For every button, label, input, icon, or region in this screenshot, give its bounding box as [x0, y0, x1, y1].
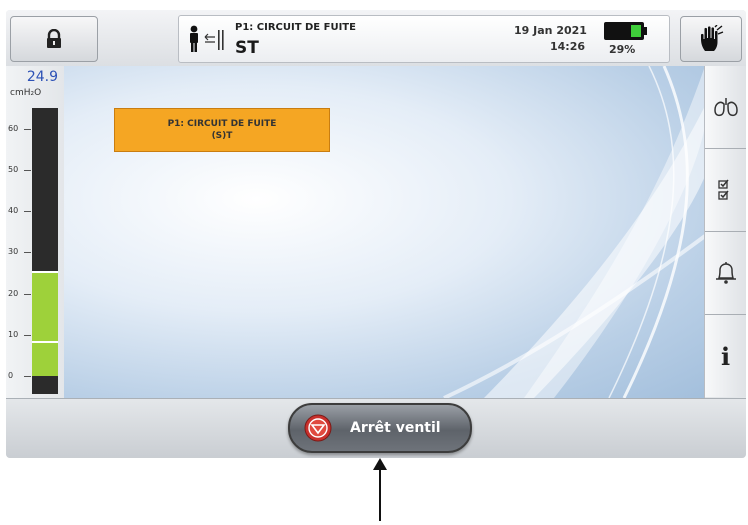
pressure-tick-mark: [24, 376, 31, 377]
ventilation-mode: ST: [235, 38, 259, 58]
pressure-tick-mark: [24, 211, 31, 213]
pressure-unit: cmH₂O: [10, 88, 42, 98]
patient-circuit-icon: [190, 25, 224, 52]
battery-level: [631, 25, 641, 37]
lungs-icon: [713, 98, 738, 117]
alarm-pause-button[interactable]: [680, 16, 742, 62]
ventilator-screen: P1: CIRCUIT DE FUITE ST 19 Jan 2021 14:2…: [6, 10, 746, 458]
pressure-bar-zero-marker: [32, 341, 58, 344]
alarm-pause-hand-icon: [701, 25, 724, 51]
alarm-banner-line2: (S)T: [211, 131, 233, 141]
lock-icon: [47, 29, 61, 48]
sidebar-button-alarms[interactable]: [705, 232, 746, 315]
pressure-tick-label: 20: [8, 288, 19, 298]
pointer-arrow-icon: [373, 458, 387, 521]
sidebar-button-info[interactable]: i: [705, 315, 746, 397]
lock-button[interactable]: [10, 16, 98, 62]
pressure-tick-label: 0: [8, 371, 14, 380]
pressure-tick-label: 10: [8, 329, 19, 339]
checklist-icon: [717, 179, 729, 200]
pressure-tick-mark: [24, 334, 31, 336]
alarm-banner-line1: P1: CIRCUIT DE FUITE: [167, 119, 277, 129]
header-bar: P1: CIRCUIT DE FUITE ST 19 Jan 2021 14:2…: [6, 10, 746, 67]
pressure-tick-mark: [24, 252, 31, 254]
status-panel: P1: CIRCUIT DE FUITE ST 19 Jan 2021 14:2…: [178, 15, 670, 63]
main-display: P1: CIRCUIT DE FUITE (S)T: [64, 66, 705, 398]
pressure-tick-label: 40: [8, 206, 19, 216]
pressure-bar-marker: [32, 271, 58, 274]
pressure-tick-mark: [24, 169, 31, 171]
alarm-title: P1: CIRCUIT DE FUITE: [235, 22, 356, 33]
pressure-bar-fill: [32, 273, 58, 376]
sidebar-button-monitoring[interactable]: [705, 66, 746, 149]
bell-icon: [715, 262, 736, 284]
date: 19 Jan 2021: [514, 24, 587, 37]
sidebar-button-settings[interactable]: [705, 149, 746, 232]
battery-icon: [604, 22, 647, 40]
battery-percent: 29%: [609, 43, 636, 56]
pressure-tick-label: 30: [8, 247, 19, 257]
pressure-tick-label: 50: [8, 164, 19, 174]
footer-bar: Arrêt ventil: [6, 398, 746, 458]
pressure-bargraph: 24.9 cmH₂O 60 50 40 30 20 10 0: [6, 66, 65, 398]
stop-ventilation-button[interactable]: Arrêt ventil: [288, 403, 472, 453]
pressure-tick-mark: [24, 128, 31, 130]
stop-ventilation-label: Arrêt ventil: [350, 420, 441, 436]
pressure-value: 24.9: [26, 69, 58, 85]
right-sidebar: i: [704, 66, 746, 398]
info-icon: i: [720, 341, 731, 371]
pressure-bar-track: [32, 108, 58, 394]
alarm-banner[interactable]: P1: CIRCUIT DE FUITE (S)T: [114, 108, 330, 152]
stop-ventilation-icon: [304, 414, 332, 442]
pressure-tick-label: 60: [8, 123, 19, 133]
pressure-tick-mark: [24, 293, 31, 295]
time: 14:26: [549, 40, 585, 53]
